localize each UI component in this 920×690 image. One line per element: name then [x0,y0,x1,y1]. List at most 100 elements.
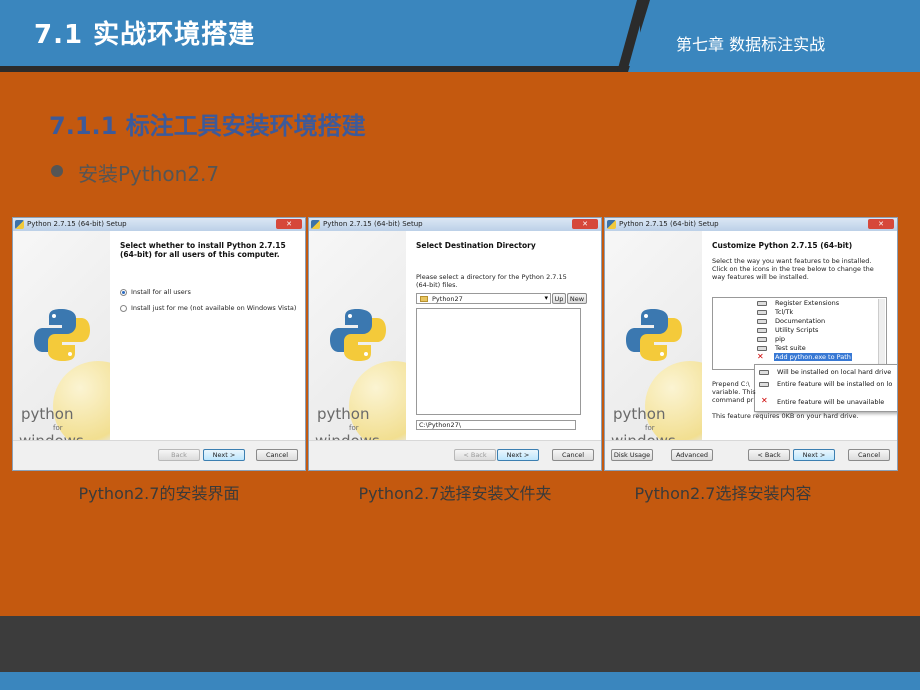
disk-usage-button[interactable]: Disk Usage [611,449,653,461]
window-title: Python 2.7.15 (64-bit) Setup [323,220,423,228]
menu-item-local[interactable]: Will be installed on local hard drive [777,368,891,376]
bullet-dot [51,165,63,177]
caption-select-content: Python2.7选择安装内容 [634,484,812,503]
drive-icon [757,328,767,333]
drive-icon [757,346,767,351]
side-banner: python for windows [605,231,702,442]
feature-size-text: This feature requires 0KB on your hard d… [712,412,859,420]
new-folder-button[interactable]: New [567,293,587,304]
tree-item[interactable]: pip [775,335,785,343]
footer-bar [0,616,920,672]
drive-icon [759,382,769,387]
back-button[interactable]: Back [158,449,200,461]
python-app-icon [607,220,616,229]
option-just-me-label: Install just for me (not available on Wi… [131,304,297,312]
drive-icon [757,319,767,324]
close-button[interactable]: ✕ [276,219,302,229]
slide-title: 7.1 实战环境搭建 [34,20,256,50]
radio-all-users[interactable] [120,289,127,296]
window-title: Python 2.7.15 (64-bit) Setup [619,220,719,228]
customize-prompt: Select the way you want features to be i… [712,257,874,281]
tree-item[interactable]: Tcl/Tk [775,308,793,316]
radio-just-me[interactable] [120,305,127,312]
cancel-button[interactable]: Cancel [552,449,594,461]
chapter-label: 第七章 数据标注实战 [676,35,826,54]
drive-icon [757,310,767,315]
drive-icon [759,370,769,375]
feature-desc-line2: variable. This [712,388,756,396]
cancel-button[interactable]: Cancel [256,449,298,461]
section-title: 7.1.1 标注工具安装环境搭建 [49,112,366,140]
installer-window-install-scope: Python 2.7.15 (64-bit) Setup ✕ python fo… [12,217,306,471]
path-field[interactable]: C:\Python27\ [416,420,576,430]
directory-dropdown-value: Python27 [432,295,463,303]
window-titlebar: Python 2.7.15 (64-bit) Setup ✕ [605,218,897,231]
next-button[interactable]: Next > [793,449,835,461]
button-bar: < Back Next > Cancel [309,440,601,470]
tree-item-selected[interactable]: Add python.exe to Path [774,353,852,361]
back-button[interactable]: < Back [454,449,496,461]
python-logo-icon [34,309,90,361]
banner-python-text: python [21,405,74,423]
drive-icon [757,337,767,342]
chevron-down-icon: ▾ [544,294,548,302]
window-titlebar: Python 2.7.15 (64-bit) Setup ✕ [309,218,601,231]
cancel-button[interactable]: Cancel [848,449,890,461]
feature-context-menu: Will be installed on local hard drive En… [754,364,897,412]
unavailable-x-icon: ✕ [761,396,768,405]
side-banner: python for windows [13,231,110,442]
unavailable-x-icon: ✕ [757,352,764,361]
button-bar: Back Next > Cancel [13,440,305,470]
menu-item-unavailable[interactable]: Entire feature will be unavailable [777,398,884,406]
tree-item[interactable]: Documentation [775,317,825,325]
tree-scrollbar[interactable] [878,299,885,368]
footer-accent-bar [0,672,920,690]
tree-item[interactable]: Test suite [775,344,806,352]
window-content: Customize Python 2.7.15 (64-bit) Select … [702,231,897,442]
step-heading: Select whether to install Python 2.7.15 … [120,241,286,259]
feature-desc-line1: Prepend C:\ [712,380,750,388]
window-title: Python 2.7.15 (64-bit) Setup [27,220,127,228]
menu-item-entire[interactable]: Entire feature will be installed on lo [777,380,892,388]
advanced-button[interactable]: Advanced [671,449,713,461]
bullet-text: 安装Python2.7 [78,162,220,186]
banner-for-text: for [645,424,655,432]
window-titlebar: Python 2.7.15 (64-bit) Setup ✕ [13,218,305,231]
feature-tree[interactable]: Register Extensions Tcl/Tk Documentation… [712,297,887,370]
option-all-users-label: Install for all users [131,288,191,296]
banner-python-text: python [317,405,370,423]
step-heading: Select Destination Directory [416,241,536,250]
directory-tree[interactable] [416,308,581,415]
python-logo-icon [330,309,386,361]
button-bar: Disk Usage Advanced < Back Next > Cancel [605,440,897,470]
installer-window-customize: Python 2.7.15 (64-bit) Setup ✕ python fo… [604,217,898,471]
banner-python-text: python [613,405,666,423]
banner-for-text: for [349,424,359,432]
caption-select-folder: Python2.7选择安装文件夹 [358,484,552,503]
up-button[interactable]: Up [552,293,566,304]
side-banner: python for windows [309,231,406,442]
tree-item[interactable]: Register Extensions [775,299,839,307]
banner-for-text: for [53,424,63,432]
window-content: Select whether to install Python 2.7.15 … [110,231,305,442]
drive-icon [757,301,767,306]
folder-icon [420,296,428,302]
directory-prompt: Please select a directory for the Python… [416,273,567,289]
step-heading: Customize Python 2.7.15 (64-bit) [712,241,853,250]
installer-window-destination: Python 2.7.15 (64-bit) Setup ✕ python fo… [308,217,602,471]
next-button[interactable]: Next > [497,449,539,461]
chapter-box: 第七章 数据标注实战 [628,0,920,72]
next-button[interactable]: Next > [203,449,245,461]
window-content: Select Destination Directory Please sele… [406,231,601,442]
back-button[interactable]: < Back [748,449,790,461]
caption-install-screen: Python2.7的安装界面 [78,484,240,503]
python-logo-icon [626,309,682,361]
close-button[interactable]: ✕ [572,219,598,229]
title-box: 7.1 实战环境搭建 [0,0,640,66]
directory-dropdown[interactable]: Python27 ▾ [416,293,551,304]
feature-desc-line3: command pr [712,396,754,404]
close-button[interactable]: ✕ [868,219,894,229]
python-app-icon [15,220,24,229]
tree-item[interactable]: Utility Scripts [775,326,818,334]
python-app-icon [311,220,320,229]
